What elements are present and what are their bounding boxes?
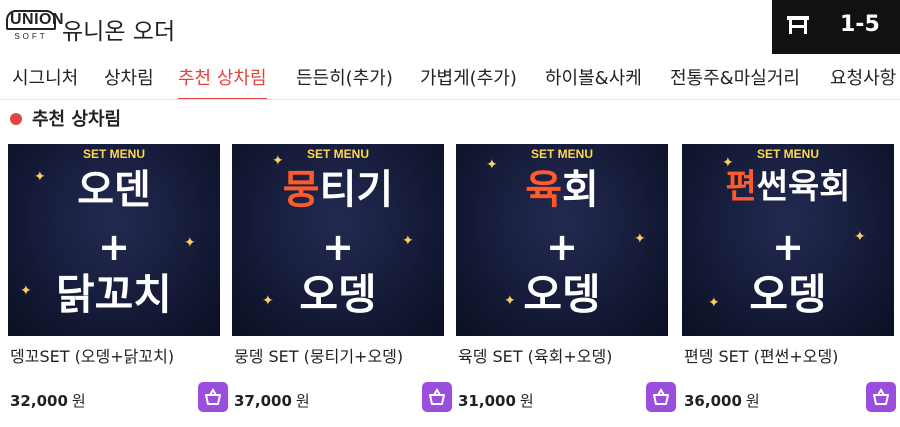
add-to-cart-button[interactable] bbox=[646, 382, 676, 412]
set-menu-label: SET MENU bbox=[756, 147, 819, 161]
sparkle-icon: ✦ bbox=[402, 233, 414, 249]
product-card[interactable]: SET MENU 오덴 + 닭꼬치 ✦ ✦ ✦ 뎅꼬SET (오뎅+닭꼬치) 3… bbox=[8, 144, 228, 427]
image-line-1: 뭉티기 bbox=[282, 167, 394, 213]
sparkle-icon: ✦ bbox=[20, 283, 32, 299]
product-name: 뭉뎅 SET (뭉티기+오뎅) bbox=[234, 347, 404, 366]
tab-light-extra[interactable]: 가볍게(추가) bbox=[420, 64, 517, 98]
sparkle-icon: ✦ bbox=[634, 231, 646, 247]
sparkle-icon: ✦ bbox=[708, 295, 720, 311]
product-image[interactable]: SET MENU 오덴 + 닭꼬치 ✦ ✦ ✦ bbox=[8, 144, 220, 336]
section-title: 추천 상차림 bbox=[32, 109, 122, 130]
union-soft-logo: UNION SOFT bbox=[6, 10, 64, 44]
section-dot-icon bbox=[10, 113, 22, 125]
product-image[interactable]: SET MENU 편썬육회 + 오뎅 ✦ ✦ ✦ bbox=[682, 144, 894, 336]
add-to-cart-button[interactable] bbox=[422, 382, 452, 412]
sparkle-icon: ✦ bbox=[262, 293, 274, 309]
sparkle-icon: ✦ bbox=[272, 153, 284, 169]
logo-subtext: SOFT bbox=[14, 32, 48, 41]
sparkle-icon: ✦ bbox=[34, 169, 46, 185]
sparkle-icon: ✦ bbox=[504, 293, 516, 309]
product-price: 37,000 원 bbox=[234, 392, 310, 410]
tab-sangcharim[interactable]: 상차림 bbox=[104, 64, 154, 98]
app-title: 유니온 오더 bbox=[62, 19, 176, 45]
product-name: 뎅꼬SET (오뎅+닭꼬치) bbox=[10, 347, 175, 366]
basket-icon bbox=[429, 388, 445, 405]
product-name: 육뎅 SET (육회+오뎅) bbox=[458, 347, 613, 366]
image-line-3: 오뎅 bbox=[523, 270, 601, 319]
table-icon bbox=[787, 16, 809, 34]
add-to-cart-button[interactable] bbox=[866, 382, 896, 412]
table-number: 1-5 bbox=[840, 12, 880, 37]
product-image[interactable]: SET MENU 뭉티기 + 오뎅 ✦ ✦ ✦ bbox=[232, 144, 444, 336]
set-menu-label: SET MENU bbox=[306, 147, 369, 161]
image-line-1: 육회 bbox=[525, 167, 599, 213]
table-indicator[interactable]: 1-5 bbox=[772, 0, 900, 54]
app-header: UNION SOFT 유니온 오더 1-5 bbox=[0, 0, 900, 54]
logo-wordmark: UNION bbox=[6, 10, 64, 30]
tab-traditional-drinks[interactable]: 전통주&마실거리 bbox=[670, 64, 800, 98]
product-price: 36,000 원 bbox=[684, 392, 760, 410]
add-to-cart-button[interactable] bbox=[198, 382, 228, 412]
image-line-3: 닭꼬치 bbox=[56, 270, 172, 319]
product-price: 32,000 원 bbox=[10, 392, 86, 410]
sparkle-icon: ✦ bbox=[184, 235, 196, 251]
set-menu-label: SET MENU bbox=[82, 147, 145, 161]
tab-recommended[interactable]: 추천 상차림 bbox=[178, 64, 267, 99]
category-tabs: 시그니처 상차림 추천 상차림 든든히(추가) 가볍게(추가) 하이볼&사케 전… bbox=[0, 54, 900, 100]
tab-signature[interactable]: 시그니처 bbox=[12, 64, 78, 98]
product-image[interactable]: SET MENU 육회 + 오뎅 ✦ ✦ ✦ bbox=[456, 144, 668, 336]
sparkle-icon: ✦ bbox=[722, 155, 734, 171]
image-line-1: 편썬육회 bbox=[725, 167, 851, 207]
basket-icon bbox=[653, 388, 669, 405]
tab-requests[interactable]: 요청사항 bbox=[830, 64, 896, 98]
product-card[interactable]: SET MENU 뭉티기 + 오뎅 ✦ ✦ ✦ 뭉뎅 SET (뭉티기+오뎅) … bbox=[232, 144, 452, 427]
product-card[interactable]: SET MENU 편썬육회 + 오뎅 ✦ ✦ ✦ 편뎅 SET (편썬+오뎅) … bbox=[682, 144, 896, 427]
sparkle-icon: ✦ bbox=[854, 229, 866, 245]
basket-icon bbox=[205, 388, 221, 405]
sparkle-icon: ✦ bbox=[486, 157, 498, 173]
product-name: 편뎅 SET (편썬+오뎅) bbox=[684, 347, 839, 366]
product-price: 31,000 원 bbox=[458, 392, 534, 410]
tab-hearty-extra[interactable]: 든든히(추가) bbox=[296, 64, 393, 98]
tab-highball-sake[interactable]: 하이볼&사케 bbox=[545, 64, 642, 98]
basket-icon bbox=[873, 388, 889, 405]
product-card[interactable]: SET MENU 육회 + 오뎅 ✦ ✦ ✦ 육뎅 SET (육회+오뎅) 31… bbox=[456, 144, 676, 427]
